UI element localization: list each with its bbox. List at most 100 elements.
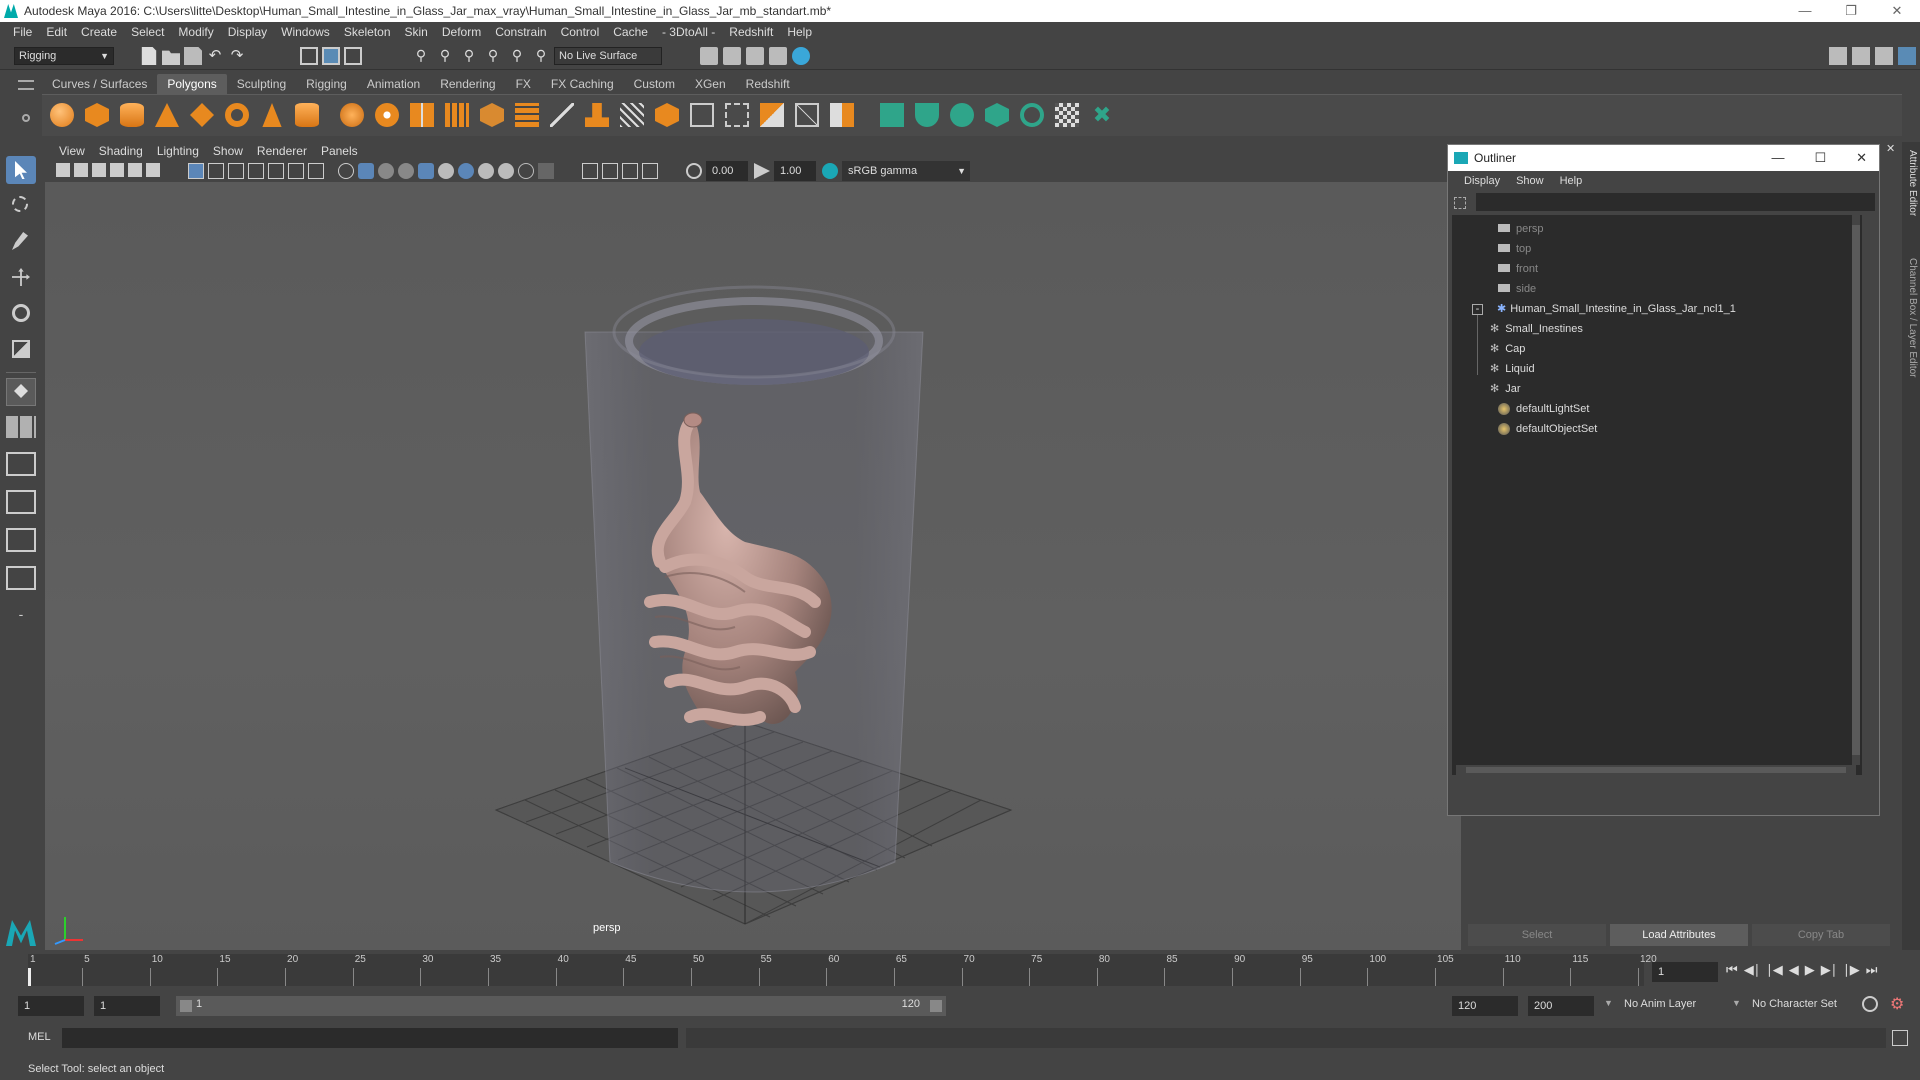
menu-display[interactable]: Display bbox=[221, 25, 274, 39]
shelf-tab-rendering[interactable]: Rendering bbox=[430, 74, 505, 94]
field-chart-icon[interactable] bbox=[268, 163, 284, 179]
shelf-menu-icon[interactable] bbox=[18, 80, 34, 90]
isolate-select-icon[interactable] bbox=[582, 163, 598, 179]
outliner-menu-display[interactable]: Display bbox=[1456, 175, 1508, 187]
film-gate-icon[interactable] bbox=[208, 163, 224, 179]
menu-help[interactable]: Help bbox=[780, 25, 819, 39]
channel-box-toggle-icon[interactable] bbox=[1898, 47, 1916, 65]
append-polygon-icon[interactable] bbox=[760, 103, 784, 127]
playback-start-field[interactable]: 1 bbox=[94, 996, 160, 1016]
select-tool-icon[interactable] bbox=[6, 156, 36, 184]
shelf-tab-fx-caching[interactable]: FX Caching bbox=[541, 74, 624, 94]
viewport-menu-show[interactable]: Show bbox=[206, 144, 250, 158]
offset-edge-loop-icon[interactable] bbox=[725, 103, 749, 127]
collapse-icon[interactable]: - bbox=[1472, 304, 1483, 315]
menu-cache[interactable]: Cache bbox=[606, 25, 655, 39]
checker-icon[interactable] bbox=[1055, 103, 1079, 127]
copy-tab-button[interactable]: Copy Tab bbox=[1752, 924, 1890, 946]
snap-curve-icon[interactable]: ⚲ bbox=[436, 47, 454, 65]
menu-select[interactable]: Select bbox=[124, 25, 171, 39]
range-start-handle[interactable] bbox=[180, 1000, 192, 1012]
viewport-menu-panels[interactable]: Panels bbox=[314, 144, 365, 158]
xray-active-components-icon[interactable] bbox=[622, 163, 638, 179]
menu-edit[interactable]: Edit bbox=[39, 25, 74, 39]
viewport-menu-view[interactable]: View bbox=[52, 144, 92, 158]
time-ruler[interactable]: 1 5 10 15 20 25 30 35 40 45 50 55 60 65 70 75 80 85 90 95 10… bbox=[28, 954, 1657, 986]
perspective-viewport[interactable]: persp bbox=[45, 182, 1461, 950]
shelf-tab-animation[interactable]: Animation bbox=[357, 74, 430, 94]
paint-select-tool-icon[interactable] bbox=[6, 228, 36, 256]
step-forward-key-icon[interactable]: ∣▶ bbox=[1843, 962, 1860, 978]
move-tool-icon[interactable] bbox=[6, 264, 36, 292]
viewport-scene[interactable] bbox=[45, 182, 1461, 950]
planar-mapping-icon[interactable] bbox=[880, 103, 904, 127]
last-tool-icon[interactable] bbox=[6, 378, 36, 406]
outliner-item[interactable]: - ✱ Human_Small_Intestine_in_Glass_Jar_ncl… bbox=[1472, 299, 1736, 319]
layout-four-view-icon[interactable] bbox=[6, 416, 36, 438]
viewport-menu-lighting[interactable]: Lighting bbox=[150, 144, 206, 158]
outliner-item[interactable]: ✻ Small_Inestines bbox=[1490, 319, 1583, 339]
playback-end-field[interactable]: 120 bbox=[1452, 996, 1518, 1016]
shelf-tab-xgen[interactable]: XGen bbox=[685, 74, 736, 94]
animation-preferences-icon[interactable]: ⚙ bbox=[1890, 994, 1904, 1014]
cylindrical-mapping-icon[interactable] bbox=[915, 103, 939, 127]
snap-surface-icon[interactable]: ⚲ bbox=[508, 47, 526, 65]
gate-mask-icon[interactable] bbox=[248, 163, 264, 179]
step-back-key-icon[interactable]: ◀∣ bbox=[1744, 962, 1761, 978]
shelf-tab-redshift[interactable]: Redshift bbox=[736, 74, 800, 94]
select-button[interactable]: Select bbox=[1468, 924, 1606, 946]
poly-sphere-icon[interactable] bbox=[50, 103, 74, 127]
panel-close-icon[interactable]: ✕ bbox=[1886, 142, 1895, 155]
viewport-menu-renderer[interactable]: Renderer bbox=[250, 144, 314, 158]
use-all-lights-icon[interactable] bbox=[438, 163, 454, 179]
menu-3dtoall[interactable]: - 3DtoAll - bbox=[655, 25, 722, 39]
character-set-dropdown[interactable]: No Character Set bbox=[1752, 998, 1837, 1010]
outliner-menu-help[interactable]: Help bbox=[1552, 175, 1591, 187]
viewport-menu-shading[interactable]: Shading bbox=[92, 144, 150, 158]
outliner-minimize-button[interactable]: — bbox=[1771, 150, 1784, 166]
step-forward-frame-icon[interactable]: ▶∣ bbox=[1821, 962, 1838, 978]
play-backward-icon[interactable]: ◀ bbox=[1789, 962, 1799, 978]
poly-cone-icon[interactable] bbox=[155, 103, 179, 127]
menu-deform[interactable]: Deform bbox=[435, 25, 488, 39]
tool-settings-icon[interactable] bbox=[1875, 47, 1893, 65]
gamma-field[interactable]: 1.00 bbox=[774, 161, 816, 181]
menu-control[interactable]: Control bbox=[554, 25, 607, 39]
extract-icon[interactable] bbox=[410, 103, 434, 127]
command-input[interactable] bbox=[62, 1028, 678, 1048]
ipr-render-icon[interactable] bbox=[746, 47, 764, 65]
outliner-item[interactable]: front bbox=[1498, 259, 1538, 279]
outliner-vertical-scrollbar[interactable] bbox=[1852, 215, 1860, 765]
grid-icon[interactable] bbox=[188, 163, 204, 179]
backface-culling-icon[interactable] bbox=[642, 163, 658, 179]
script-editor-icon[interactable] bbox=[1892, 1030, 1908, 1046]
menu-file[interactable]: File bbox=[6, 25, 39, 39]
outliner-item[interactable]: ✻ Jar bbox=[1490, 379, 1521, 399]
attribute-editor-tab[interactable]: Attribute Editor bbox=[1904, 150, 1918, 216]
shelf-tab-polygons[interactable]: Polygons bbox=[157, 74, 227, 94]
textured-icon[interactable] bbox=[418, 163, 434, 179]
outliner-horizontal-scrollbar[interactable] bbox=[1456, 765, 1856, 775]
auto-key-icon[interactable] bbox=[1862, 996, 1878, 1012]
outliner-filter-icon[interactable] bbox=[1454, 197, 1466, 209]
layout-hypershade-icon[interactable] bbox=[6, 566, 36, 590]
select-by-object-icon[interactable] bbox=[322, 47, 340, 65]
mirror-icon[interactable] bbox=[515, 103, 539, 127]
poly-torus-icon[interactable] bbox=[225, 103, 249, 127]
restore-button[interactable]: ❐ bbox=[1828, 0, 1874, 22]
motion-blur-icon[interactable] bbox=[498, 163, 514, 179]
end-time-field[interactable]: 200 bbox=[1528, 996, 1594, 1016]
shelf-tab-fx[interactable]: FX bbox=[506, 74, 541, 94]
view-transform-dropdown[interactable]: sRGB gamma ▼ bbox=[842, 161, 970, 181]
outliner-maximize-button[interactable]: ☐ bbox=[1814, 150, 1826, 166]
menu-modify[interactable]: Modify bbox=[171, 25, 220, 39]
image-plane-icon[interactable] bbox=[110, 163, 124, 177]
camera-icon[interactable] bbox=[56, 163, 70, 177]
outliner-item[interactable]: side bbox=[1498, 279, 1536, 299]
combine-icon[interactable] bbox=[340, 103, 364, 127]
menu-skin[interactable]: Skin bbox=[398, 25, 435, 39]
smooth-shade-icon[interactable] bbox=[358, 163, 374, 179]
outliner-item[interactable]: top bbox=[1498, 239, 1531, 259]
xray-joints-icon[interactable] bbox=[602, 163, 618, 179]
lasso-tool-icon[interactable] bbox=[6, 192, 36, 220]
